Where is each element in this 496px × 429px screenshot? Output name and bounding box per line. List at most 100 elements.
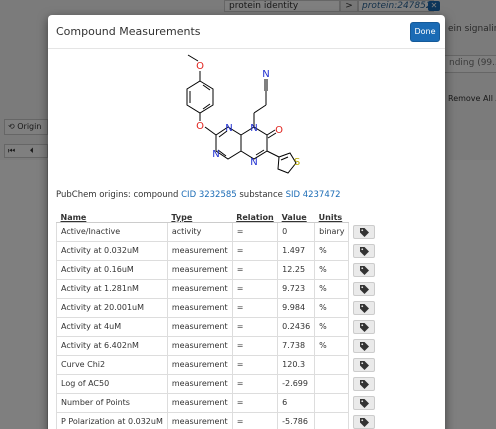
table-row: Activity at 6.402nM measurement = 7.738% (56, 335, 381, 356)
table-row: Activity at 0.16uM measurement = 12.25% (56, 259, 381, 280)
cell-value: 12.25 (277, 259, 316, 280)
cell-relation: = (231, 221, 279, 242)
tag-button[interactable] (353, 338, 376, 353)
tag-icon (360, 246, 370, 256)
cell-units: % (314, 297, 350, 318)
cell-type: measurement (166, 240, 233, 261)
cell-action (349, 279, 381, 298)
cell-value: 9.723 (277, 278, 316, 299)
compound-structure: O N O N N O N N S (186, 54, 300, 174)
cell-relation: = (231, 354, 279, 375)
tag-button[interactable] (353, 414, 376, 429)
tag-icon (360, 417, 370, 427)
tag-button[interactable] (353, 224, 376, 239)
tag-icon (360, 360, 370, 370)
cid-link[interactable]: CID 3232585 (181, 190, 237, 200)
cell-relation: = (231, 392, 279, 413)
header-relation[interactable]: Relation (232, 205, 278, 223)
cell-action (349, 222, 381, 241)
cell-type: measurement (166, 316, 233, 337)
modal-header: Compound Measurements Done (48, 15, 445, 49)
table-row: Activity at 20.001uM measurement = 9.984% (56, 297, 381, 318)
cell-relation: = (231, 335, 279, 356)
table-row: P Polarization at 0.032uM measurement = -5.… (56, 411, 381, 429)
header-type[interactable]: Type (167, 205, 233, 223)
cell-relation: = (231, 316, 279, 337)
tag-icon (360, 303, 370, 313)
cell-relation: = (231, 297, 279, 318)
cell-type: measurement (166, 297, 233, 318)
tag-icon (360, 227, 370, 237)
compound-measurements-dialog: Compound Measurements Done O N O N N O N… (48, 15, 445, 429)
cell-units: % (314, 335, 350, 356)
cell-units (314, 354, 350, 375)
origins-prefix: PubChem origins: compound (56, 190, 179, 200)
atom-n-nitrile: N (262, 69, 269, 80)
cell-units: % (314, 278, 350, 299)
table-row: Log of AC50 measurement = -2.699 (56, 373, 381, 394)
tag-button[interactable] (353, 243, 376, 258)
tag-icon (360, 379, 370, 389)
cell-units: binary (314, 221, 350, 242)
pubchem-origins: PubChem origins: compound CID 3232585 su… (56, 190, 341, 200)
atom-o-ether: O (196, 121, 204, 132)
header-units[interactable]: Units (314, 205, 349, 223)
cell-units: % (314, 240, 350, 261)
cell-name: Curve Chi2 (56, 354, 168, 375)
atom-s: S (294, 157, 300, 168)
header-value[interactable]: Value (277, 205, 315, 223)
cell-value: 120.3 (277, 354, 316, 375)
cell-name: Activity at 6.402nM (56, 335, 168, 356)
atom-n2: N (250, 123, 257, 134)
cell-action (349, 374, 381, 393)
measurements-table: Name Type Relation Value Units Active/In… (56, 205, 381, 429)
cell-action (349, 336, 381, 355)
table-row: Activity at 4uM measurement = 0.2436% (56, 316, 381, 337)
atom-o-top: O (196, 61, 204, 72)
tag-button[interactable] (353, 262, 376, 277)
atom-n3: N (212, 149, 219, 160)
cell-action (349, 260, 381, 279)
cell-relation: = (231, 259, 279, 280)
cell-value: 0 (277, 221, 316, 242)
cell-name: P Polarization at 0.032uM (56, 411, 168, 429)
tag-button[interactable] (353, 357, 376, 372)
cell-type: measurement (166, 354, 233, 375)
cell-type: measurement (166, 392, 233, 413)
cell-relation: = (231, 278, 279, 299)
tag-button[interactable] (353, 281, 376, 296)
cell-action (349, 393, 381, 412)
tag-button[interactable] (353, 319, 376, 334)
cell-value: 7.738 (277, 335, 316, 356)
tag-icon (360, 322, 370, 332)
done-button[interactable]: Done (410, 22, 440, 42)
cell-units (314, 411, 350, 429)
table-row: Active/Inactive activity = 0 binary (56, 221, 381, 242)
tag-button[interactable] (353, 376, 376, 391)
tag-button[interactable] (353, 395, 376, 410)
cell-name: Log of AC50 (56, 373, 168, 394)
header-name[interactable]: Name (56, 205, 168, 223)
atom-o-carbonyl: O (275, 125, 283, 136)
cell-name: Activity at 4uM (56, 316, 168, 337)
cell-value: -2.699 (277, 373, 316, 394)
cell-action (349, 412, 381, 429)
table-row: Number of Points measurement = 6 (56, 392, 381, 413)
tag-icon (360, 284, 370, 294)
cell-value: 6 (277, 392, 316, 413)
cell-units: % (314, 259, 350, 280)
table-row: Activity at 1.281nM measurement = 9.723% (56, 278, 381, 299)
cell-type: measurement (166, 278, 233, 299)
cell-type: measurement (166, 373, 233, 394)
cell-relation: = (231, 240, 279, 261)
cell-value: -5.786 (277, 411, 316, 429)
tag-button[interactable] (353, 300, 376, 315)
cell-action (349, 241, 381, 260)
sid-link[interactable]: SID 4237472 (286, 190, 341, 200)
cell-action (349, 317, 381, 336)
origins-middle: substance (239, 190, 283, 200)
cell-units (314, 373, 350, 394)
atom-n4: N (250, 157, 257, 168)
cell-value: 0.2436 (277, 316, 316, 337)
cell-name: Activity at 20.001uM (56, 297, 168, 318)
